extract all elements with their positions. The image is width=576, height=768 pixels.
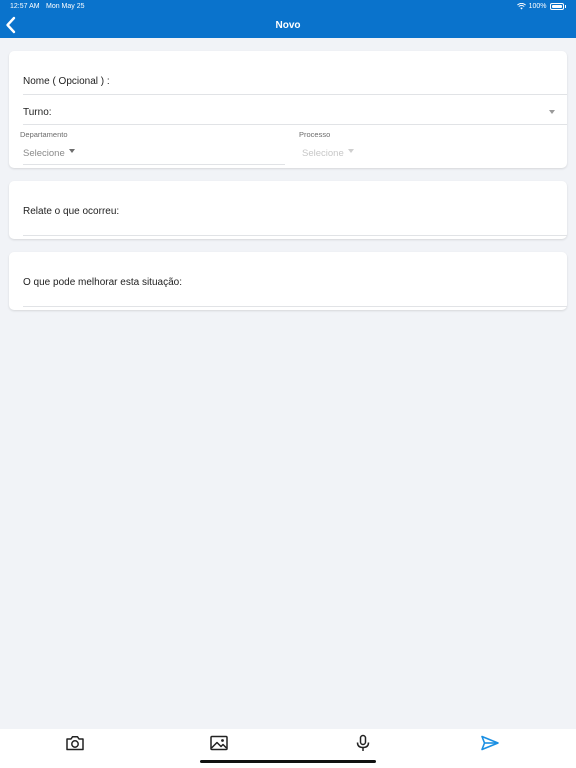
process-dropdown-icon[interactable] xyxy=(348,149,354,153)
department-select[interactable]: Selecione xyxy=(23,148,65,159)
battery-tip xyxy=(564,5,566,8)
battery-icon xyxy=(549,3,564,10)
process-select[interactable]: Selecione xyxy=(302,148,344,159)
process-label: Processo xyxy=(299,130,331,139)
identification-card: Nome ( Opcional ) : Turno: Departamento … xyxy=(9,51,567,168)
microphone-icon[interactable] xyxy=(353,734,373,752)
report-field-label[interactable]: Relate o que ocorreu: xyxy=(23,206,119,217)
name-field-label[interactable]: Nome ( Opcional ) : xyxy=(23,76,110,87)
report-field-underline xyxy=(23,235,567,236)
department-underline xyxy=(23,164,285,165)
home-indicator xyxy=(200,760,376,763)
send-icon[interactable] xyxy=(480,734,500,752)
department-label: Departamento xyxy=(20,130,68,139)
status-time: 12:57 AM xyxy=(10,3,40,10)
wifi-icon xyxy=(516,3,526,10)
shift-dropdown-icon[interactable] xyxy=(549,110,555,114)
camera-icon[interactable] xyxy=(65,734,85,752)
app-header: 12:57 AM Mon May 25 100% Novo xyxy=(0,0,576,38)
page-title: Novo xyxy=(275,20,301,31)
improvement-card: O que pode melhorar esta situação: xyxy=(9,252,567,310)
name-field-underline xyxy=(23,94,567,95)
battery-percent: 100% xyxy=(528,3,547,10)
department-dropdown-icon[interactable] xyxy=(69,149,75,153)
status-date: Mon May 25 xyxy=(46,3,85,10)
status-bar: 12:57 AM Mon May 25 100% xyxy=(0,0,576,13)
status-right: 100% xyxy=(516,3,566,10)
image-icon[interactable] xyxy=(209,734,229,752)
improvement-field-label[interactable]: O que pode melhorar esta situação: xyxy=(23,277,182,288)
improvement-field-underline xyxy=(23,306,567,307)
shift-select-label[interactable]: Turno: xyxy=(23,107,52,118)
shift-field-underline xyxy=(23,124,567,125)
report-card: Relate o que ocorreu: xyxy=(9,181,567,239)
